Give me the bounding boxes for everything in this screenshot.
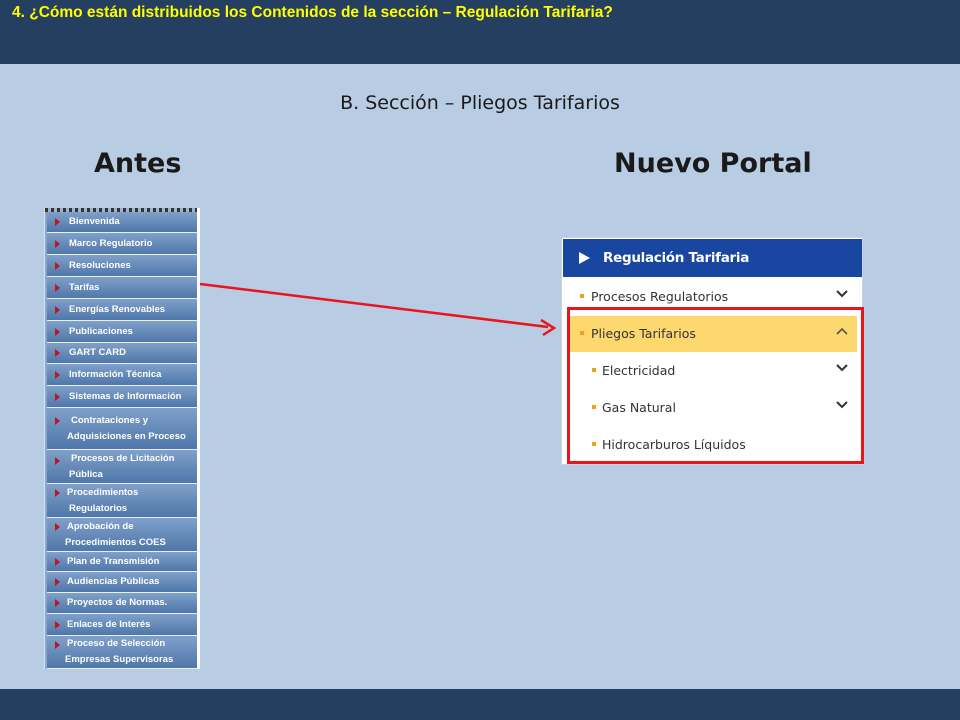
arrow-line	[199, 282, 549, 329]
bullet-square-icon	[580, 294, 584, 298]
new-menu-header[interactable]: Regulación Tarifaria	[563, 239, 862, 277]
bottom-bar	[0, 689, 960, 720]
new-menu-item-label: Procesos Regulatorios	[591, 289, 729, 304]
chevron-down-icon[interactable]	[835, 287, 849, 301]
highlight-box	[567, 307, 864, 464]
play-icon	[579, 252, 590, 264]
new-menu-title: Regulación Tarifaria	[603, 250, 750, 266]
